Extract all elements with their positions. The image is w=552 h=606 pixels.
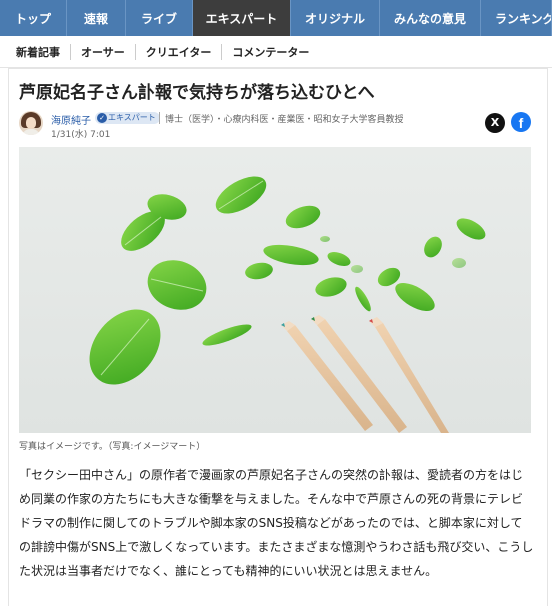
article-photo (19, 147, 531, 433)
author-block: 海原純子 ✓ エキスパート 博士（医学）・心療内科医・産業医・昭和女子大学客員教授… (19, 111, 539, 143)
photo-caption: 写真はイメージです。（写真:イメージマート） (19, 442, 206, 452)
leaves-and-pencils-image (19, 147, 531, 433)
subtab-authors[interactable]: オーサー (70, 43, 135, 60)
tab-breaking[interactable]: 速報 (67, 0, 126, 36)
body-paragraph: 「セクシー田中さん」の原作者で漫画家の芦原妃名子さんの突然の訃報は、愛読者の方を… (19, 468, 534, 578)
subtab-creators[interactable]: クリエイター (134, 43, 222, 60)
article-title: 芦原妃名子さん訃報で気持ちが落ち込むひとへ (19, 83, 375, 103)
author-avatar[interactable] (19, 111, 43, 135)
author-name[interactable]: 海原純子 (51, 112, 91, 127)
subtab-new-articles[interactable]: 新着記事 (16, 44, 70, 60)
article-body: 「セクシー田中さん」の原作者で漫画家の芦原妃名子さんの突然の訃報は、愛読者の方を… (19, 463, 534, 583)
check-icon: ✓ (97, 113, 107, 123)
subtab-commentators[interactable]: コメンテーター (221, 43, 319, 60)
share-facebook-icon[interactable]: f (511, 112, 531, 132)
share-x-icon[interactable]: X (485, 113, 505, 133)
author-description: 博士（医学）・心療内科医・産業医・昭和女子大学客員教授 (165, 115, 404, 125)
publish-date: 1/31(水) 7:01 (51, 130, 111, 140)
tab-ranking[interactable]: ランキング (481, 0, 552, 36)
article-card: 芦原妃名子さん訃報で気持ちが落ち込むひとへ 海原純子 ✓ エキスパート 博士（医学… (8, 68, 548, 606)
tab-original[interactable]: オリジナル (291, 0, 380, 36)
tab-live[interactable]: ライブ (126, 0, 193, 36)
expert-badge: ✓ エキスパート (95, 112, 160, 124)
tab-top[interactable]: トップ (0, 0, 67, 36)
tab-expert[interactable]: エキスパート (193, 0, 291, 36)
top-nav: トップ 速報 ライブ エキスパート オリジナル みんなの意見 ランキング (0, 0, 552, 36)
tab-opinions[interactable]: みんなの意見 (380, 0, 481, 36)
divider (159, 112, 160, 124)
sub-nav: 新着記事 オーサー クリエイター コメンテーター (0, 36, 552, 68)
